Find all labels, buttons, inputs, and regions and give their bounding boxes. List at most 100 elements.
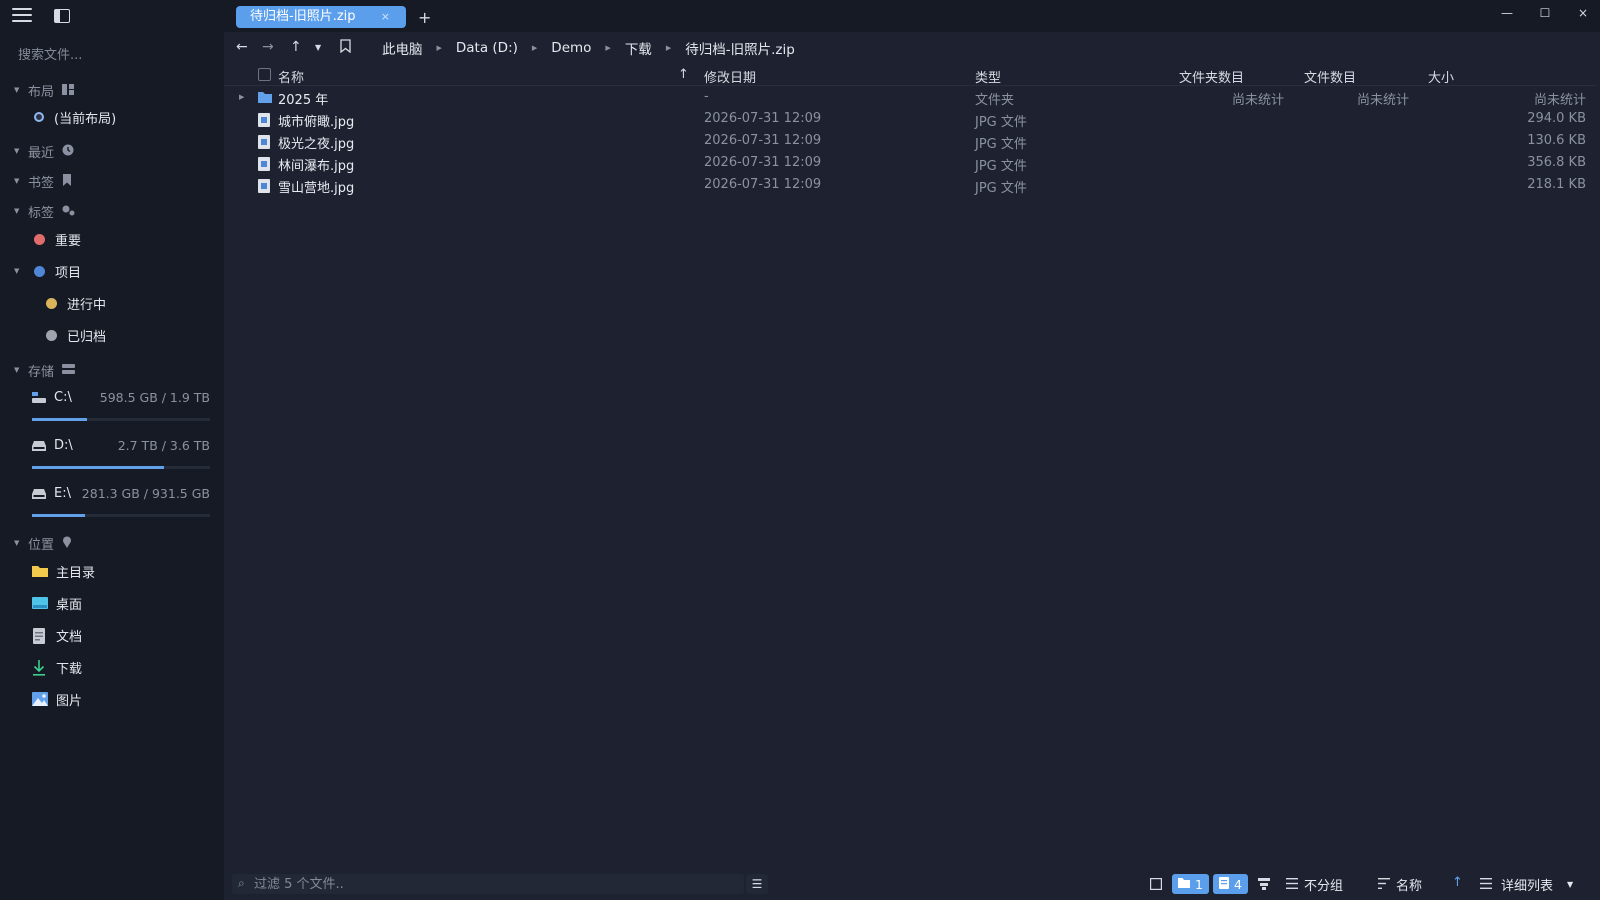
column-modified[interactable]: 修改日期: [704, 67, 756, 86]
location-home[interactable]: 主目录: [32, 560, 95, 582]
file-size: 218.1 KB: [1527, 177, 1586, 192]
column-type[interactable]: 类型: [975, 67, 1001, 86]
table-row[interactable]: 极光之夜.jpg 2026-07-31 12:09 JPG 文件 130.6 K…: [224, 130, 1596, 152]
sidebar-search-input[interactable]: [18, 44, 208, 66]
drive-name: C:\: [54, 390, 72, 405]
back-arrow-icon[interactable]: ←: [236, 39, 248, 55]
location-label: 图片: [56, 693, 83, 709]
table-row[interactable]: 林间瀑布.jpg 2026-07-31 12:09 JPG 文件 356.8 K…: [224, 152, 1596, 174]
group-icon: [1286, 877, 1298, 892]
file-modified: 2026-07-31 12:09: [704, 133, 822, 148]
location-label: 下载: [56, 661, 83, 677]
file-count-toggle[interactable]: 4: [1213, 874, 1248, 894]
section-storage[interactable]: ▼ 存储: [14, 360, 76, 380]
tag-color-dot-icon: [34, 265, 45, 277]
drive-usage-bar: [32, 418, 210, 421]
location-label: 桌面: [56, 597, 83, 613]
table-row[interactable]: 雪山营地.jpg 2026-07-31 12:09 JPG 文件 218.1 K…: [224, 174, 1596, 196]
file-size: 尚未统计: [1533, 93, 1586, 108]
expand-caret-icon[interactable]: ▶: [239, 93, 244, 101]
tag-in-progress[interactable]: 进行中: [46, 292, 106, 314]
folder-count-toggle[interactable]: 1: [1172, 874, 1209, 894]
filter-options-button[interactable]: ☰: [746, 874, 768, 894]
bookmark-add-icon[interactable]: [340, 39, 351, 56]
file-name: 林间瀑布.jpg: [278, 159, 355, 174]
filter-input[interactable]: [254, 874, 734, 894]
sort-by-button[interactable]: 名称: [1378, 875, 1422, 894]
sort-icon: [1378, 877, 1390, 892]
tab-close-icon[interactable]: ×: [381, 6, 390, 28]
select-checkbox-icon[interactable]: [1150, 878, 1162, 890]
sort-ascending-icon[interactable]: ↑: [678, 67, 689, 82]
sort-by-label: 名称: [1396, 879, 1423, 894]
drive-d[interactable]: D:\ 2.7 TB / 3.6 TB: [32, 438, 212, 478]
clock-icon: [62, 144, 74, 158]
section-layout[interactable]: ▼ 布局: [14, 80, 75, 100]
window-close-button[interactable]: ×: [1572, 6, 1594, 26]
column-folder-count[interactable]: 文件夹数目: [1179, 67, 1244, 86]
file-count: 4: [1234, 876, 1242, 892]
tag-color-dot-icon: [46, 297, 57, 309]
maximize-button[interactable]: ☐: [1534, 6, 1556, 26]
filter-funnel-icon[interactable]: [1258, 878, 1270, 890]
desktop-icon: [32, 596, 48, 610]
new-tab-button[interactable]: +: [418, 8, 431, 27]
drive-c[interactable]: C:\ 598.5 GB / 1.9 TB: [32, 390, 212, 430]
table-row[interactable]: 城市俯瞰.jpg 2026-07-31 12:09 JPG 文件 294.0 K…: [224, 108, 1596, 130]
tab-active[interactable]: 待归档-旧照片.zip ×: [236, 6, 406, 28]
file-modified: 2026-07-31 12:09: [704, 155, 822, 170]
location-desktop[interactable]: 桌面: [32, 592, 82, 614]
breadcrumb-item[interactable]: Demo: [551, 40, 591, 56]
file-modified: 2026-07-31 12:09: [704, 177, 822, 192]
location-downloads[interactable]: 下载: [32, 656, 82, 678]
breadcrumb-separator-icon: ▶: [436, 44, 442, 52]
drive-usage-bar: [32, 466, 210, 469]
section-recent[interactable]: ▼ 最近: [14, 141, 74, 161]
breadcrumb-item[interactable]: 此电脑: [382, 38, 423, 58]
sidebar-toggle-icon[interactable]: [54, 9, 70, 23]
tag-important[interactable]: 重要: [34, 228, 81, 250]
select-all-checkbox[interactable]: [258, 68, 271, 81]
history-dropdown-icon[interactable]: ▼: [315, 43, 321, 52]
column-name[interactable]: 名称: [278, 67, 304, 86]
table-row[interactable]: ▶ 2025 年 - 文件夹 尚未统计 尚未统计 尚未统计: [224, 86, 1596, 108]
file-type: JPG 文件: [975, 181, 1027, 196]
drive-e[interactable]: E:\ 281.3 GB / 931.5 GB: [32, 486, 212, 526]
location-pictures[interactable]: 图片: [32, 688, 82, 710]
breadcrumb-item[interactable]: 下载: [625, 38, 652, 58]
file-type: JPG 文件: [975, 159, 1027, 174]
image-file-icon: [258, 113, 270, 130]
bookmark-icon: [62, 174, 72, 188]
forward-arrow-icon[interactable]: →: [262, 39, 274, 55]
title-bar: 待归档-旧照片.zip × + — ☐ ×: [224, 0, 1600, 32]
tag-archived[interactable]: 已归档: [46, 324, 106, 346]
layout-current[interactable]: (当前布局): [34, 106, 116, 128]
tags-icon: [62, 205, 75, 218]
breadcrumb-item-current[interactable]: 待归档-旧照片.zip: [685, 38, 795, 58]
view-mode-button[interactable]: 详细列表 ▼: [1480, 875, 1573, 894]
drive-usage-fill: [32, 514, 86, 517]
hamburger-menu-icon[interactable]: [12, 8, 32, 24]
sort-direction-icon[interactable]: ↑: [1452, 875, 1463, 890]
tab-label: 待归档-旧照片.zip: [250, 9, 356, 24]
status-bar: ⌕ ☰ 1 4 不分组 名称 ↑ 详细列表 ▼: [224, 872, 1600, 900]
section-locations[interactable]: ▼ 位置: [14, 533, 72, 553]
breadcrumb-separator-icon: ▶: [605, 44, 611, 52]
column-size[interactable]: 大小: [1428, 67, 1454, 86]
tag-project[interactable]: ▼ 项目: [14, 260, 81, 282]
file-list: 名称 ↑ 修改日期 类型 文件夹数目 文件数目 大小 ▶ 2025 年 - 文件…: [224, 64, 1596, 864]
section-bookmarks[interactable]: ▼ 书签: [14, 171, 72, 191]
breadcrumb-item[interactable]: Data (D:): [456, 40, 518, 56]
column-file-count[interactable]: 文件数目: [1304, 67, 1356, 86]
view-mode-label: 详细列表: [1501, 879, 1554, 894]
location-label: 文档: [56, 629, 83, 645]
up-arrow-icon[interactable]: ↑: [290, 39, 302, 55]
folder-icon: [258, 91, 272, 106]
location-documents[interactable]: 文档: [32, 624, 82, 646]
minimize-button[interactable]: —: [1496, 6, 1518, 26]
sidebar: ▼ 布局 (当前布局) ▼ 最近 ▼ 书签 ▼ 标签 重要 ▼: [0, 0, 224, 900]
filter-box: ⌕: [232, 874, 744, 894]
group-by-button[interactable]: 不分组: [1286, 875, 1343, 894]
file-icon: [1219, 876, 1229, 892]
section-tags[interactable]: ▼ 标签: [14, 201, 75, 221]
